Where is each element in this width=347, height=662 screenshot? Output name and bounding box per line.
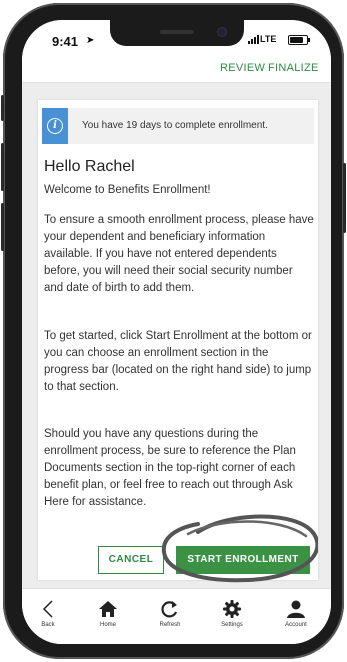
tab-label: Back xyxy=(41,622,55,628)
tab-account[interactable]: Account xyxy=(276,599,316,628)
bottom-tab-bar: Back Home Refresh Settings Account xyxy=(22,588,331,644)
gear-icon xyxy=(223,600,241,618)
instructions-paragraph-3: Should you have any questions during the… xyxy=(44,428,296,508)
instructions-paragraph-1: To ensure a smooth enrollment process, p… xyxy=(44,214,314,294)
status-time: 9:41 xyxy=(52,34,79,49)
phone-frame: 9:41 ➤ LTE REVIEW FINALIZE i You have 19… xyxy=(1,3,346,659)
tab-label: Home xyxy=(99,622,116,628)
mute-switch xyxy=(1,95,4,121)
status-bar: 9:41 ➤ LTE xyxy=(22,20,331,58)
signal-bars-icon xyxy=(248,35,259,44)
tab-label: Refresh xyxy=(159,622,181,628)
front-camera xyxy=(218,28,226,36)
network-type: LTE xyxy=(260,34,277,44)
start-enrollment-button[interactable]: START ENROLLMENT xyxy=(176,546,310,574)
person-icon xyxy=(287,600,305,618)
info-icon: i xyxy=(47,118,63,134)
notice-text: You have 19 days to complete enrollment. xyxy=(82,120,268,131)
refresh-icon xyxy=(161,601,178,618)
instructions-paragraph-2: To get started, click Start Enrollment a… xyxy=(44,330,312,393)
tab-home[interactable]: Home xyxy=(88,599,128,628)
home-icon xyxy=(99,601,117,617)
tab-refresh[interactable]: Refresh xyxy=(150,599,190,628)
volume-down-button xyxy=(1,203,4,251)
welcome-card: i You have 19 days to complete enrollmen… xyxy=(38,100,318,583)
cancel-button[interactable]: CANCEL xyxy=(98,546,164,574)
volume-up-button xyxy=(1,143,4,191)
tab-back[interactable]: Back xyxy=(28,599,68,628)
top-nav: REVIEW FINALIZE xyxy=(22,58,331,83)
tab-label: Account xyxy=(285,622,307,628)
location-arrow-icon: ➤ xyxy=(86,35,95,46)
power-button xyxy=(343,163,346,233)
tab-settings[interactable]: Settings xyxy=(212,599,252,628)
notice-banner: i You have 19 days to complete enrollmen… xyxy=(42,108,314,144)
review-link[interactable]: REVIEW xyxy=(220,62,265,74)
chevron-left-icon xyxy=(42,600,53,618)
phone-screen: 9:41 ➤ LTE REVIEW FINALIZE i You have 19… xyxy=(22,20,331,644)
notch xyxy=(110,20,244,46)
finalize-link[interactable]: FINALIZE xyxy=(268,62,319,74)
speaker xyxy=(160,30,194,34)
tab-label: Settings xyxy=(221,622,243,628)
welcome-text: Welcome to Benefits Enrollment! xyxy=(44,184,211,196)
greeting-heading: Hello Rachel xyxy=(44,158,135,175)
notice-icon-box: i xyxy=(42,108,68,144)
battery-icon xyxy=(288,35,310,45)
